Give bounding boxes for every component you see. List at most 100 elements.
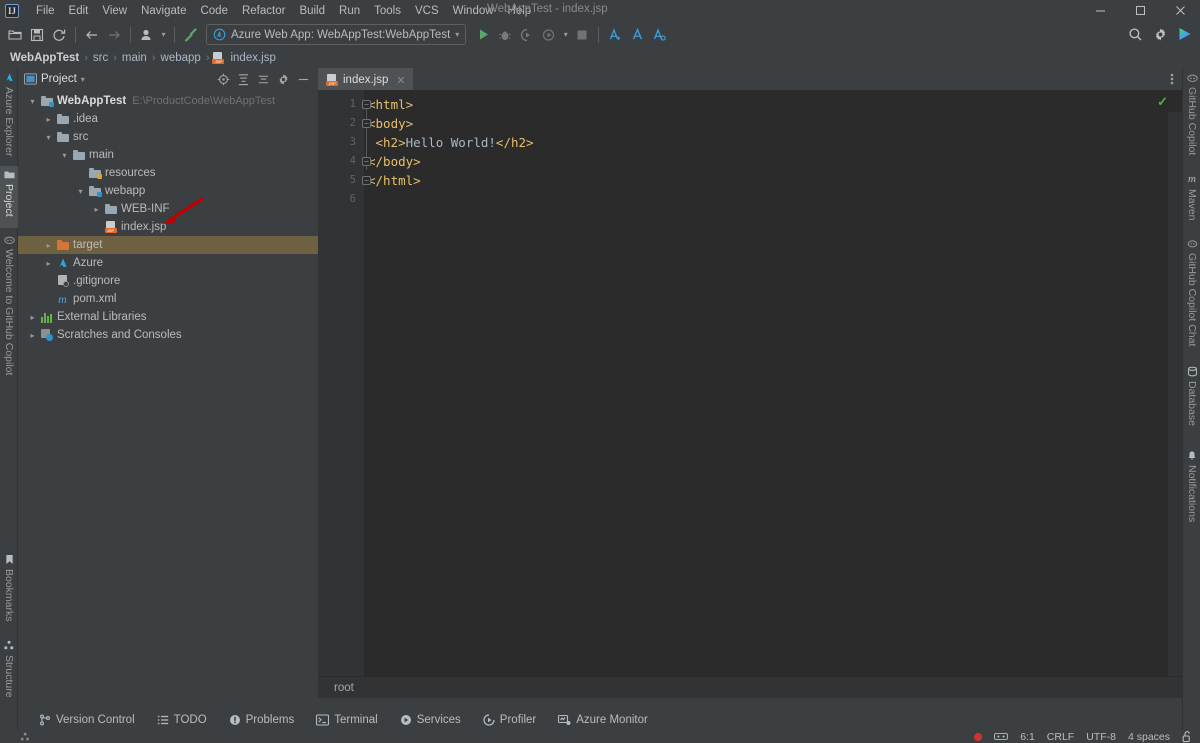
bottom-tab-services[interactable]: Services [389, 712, 472, 728]
profiler-caret-icon[interactable]: ▾ [560, 24, 571, 46]
profile-caret-icon[interactable]: ▾ [158, 24, 169, 46]
bottom-tab-todo[interactable]: TODO [146, 712, 218, 728]
tree-node--gitignore[interactable]: .gitignore [18, 272, 318, 290]
ai-assistant-icon[interactable] [626, 24, 648, 46]
expand-all-icon[interactable] [234, 70, 252, 88]
menu-item-run[interactable]: Run [332, 3, 367, 19]
chevron-right-icon[interactable]: ▸ [90, 205, 103, 214]
save-all-icon[interactable] [26, 24, 48, 46]
tree-node-webapp[interactable]: ▾webapp [18, 182, 318, 200]
chevron-down-icon[interactable]: ▾ [81, 75, 85, 84]
chevron-down-icon[interactable]: ▾ [26, 97, 39, 106]
sync-icon[interactable] [48, 24, 70, 46]
gear-icon[interactable] [1149, 23, 1171, 45]
breadcrumb-item-index-jsp[interactable]: index.jsp [228, 52, 277, 64]
debug-button[interactable] [494, 24, 516, 46]
ai-chat-icon[interactable] [1174, 23, 1196, 45]
inspection-ok-icon[interactable]: ✓ [1157, 94, 1168, 110]
chevron-right-icon[interactable]: ▸ [42, 115, 55, 124]
tree-node-external-libraries[interactable]: ▸External Libraries [18, 308, 318, 326]
code-editor[interactable]: 123456 − − − − <html><body><h2>Hello Wor… [318, 90, 1182, 676]
menu-item-code[interactable]: Code [193, 3, 235, 19]
menu-item-tools[interactable]: Tools [367, 3, 408, 19]
chevron-down-icon[interactable]: ▾ [42, 133, 55, 142]
lock-icon[interactable] [1182, 731, 1192, 743]
chevron-down-icon[interactable]: ▾ [74, 187, 87, 196]
ai-assistant-settings-icon[interactable] [648, 24, 670, 46]
sidebar-item-github-copilot[interactable]: GitHub Copilot [1183, 68, 1200, 164]
sidebar-item-maven[interactable]: m Maven [1183, 170, 1200, 228]
sidebar-item-database[interactable]: Database [1183, 362, 1200, 440]
tree-node-index-jsp[interactable]: JSPindex.jsp [18, 218, 318, 236]
collapse-all-icon[interactable] [254, 70, 272, 88]
close-icon[interactable]: ✕ [396, 74, 405, 87]
sidebar-item-project[interactable]: Project [0, 166, 18, 228]
stop-button[interactable] [571, 24, 593, 46]
chevron-down-icon[interactable]: ▾ [58, 151, 71, 160]
error-indicator-dot[interactable] [974, 733, 982, 741]
project-tree[interactable]: ▾WebAppTestE:\ProductCode\WebAppTest▸.id… [18, 90, 318, 698]
fold-marker-5[interactable]: − [362, 176, 371, 185]
back-arrow-icon[interactable] [81, 24, 103, 46]
build-hammer-icon[interactable] [180, 24, 202, 46]
chevron-right-icon[interactable]: ▸ [42, 259, 55, 268]
code-text[interactable]: <html><body><h2>Hello World!</h2></body>… [364, 90, 1182, 676]
run-with-coverage-button[interactable] [516, 24, 538, 46]
indent-setting[interactable]: 4 spaces [1128, 731, 1170, 743]
tree-node-target[interactable]: ▸target [18, 236, 318, 254]
tree-node-webapptest[interactable]: ▾WebAppTestE:\ProductCode\WebAppTest [18, 92, 318, 110]
menu-item-file[interactable]: File [29, 3, 62, 19]
tree-node-azure[interactable]: ▸Azure [18, 254, 318, 272]
caret-position[interactable]: 6:1 [1020, 731, 1035, 743]
sidebar-item-structure[interactable]: Structure [0, 636, 18, 710]
error-stripe-marker-bar[interactable] [1168, 112, 1182, 698]
sidebar-item-bookmarks[interactable]: Bookmarks [0, 550, 18, 630]
bottom-tab-terminal[interactable]: Terminal [305, 712, 388, 728]
ai-assistant-add-icon[interactable] [604, 24, 626, 46]
tree-node-src[interactable]: ▾src [18, 128, 318, 146]
run-configuration-selector[interactable]: Azure Web App: WebAppTest:WebAppTest ▾ [206, 24, 466, 45]
sidebar-item-azure-explorer[interactable]: Azure Explorer [0, 68, 18, 166]
breadcrumb-item-src[interactable]: src [91, 52, 110, 64]
menu-item-vcs[interactable]: VCS [408, 3, 446, 19]
chevron-right-icon[interactable]: ▸ [26, 313, 39, 322]
open-folder-icon[interactable] [4, 24, 26, 46]
editor-bottom-breadcrumb[interactable]: root [318, 676, 1182, 698]
breadcrumb-item-webapp[interactable]: webapp [159, 52, 203, 64]
menu-item-edit[interactable]: Edit [62, 3, 96, 19]
breadcrumb-item-webapptest[interactable]: WebAppTest [8, 52, 81, 64]
chevron-right-icon[interactable]: ▸ [42, 241, 55, 250]
menu-item-navigate[interactable]: Navigate [134, 3, 193, 19]
bottom-tab-version-control[interactable]: Version Control [28, 712, 146, 728]
fold-marker-4[interactable]: − [362, 157, 371, 166]
fold-marker-1[interactable]: − [362, 100, 371, 109]
tree-node-resources[interactable]: resources [18, 164, 318, 182]
inspections-icon[interactable] [994, 731, 1008, 742]
file-encoding[interactable]: UTF-8 [1086, 731, 1116, 743]
gear-icon[interactable] [274, 70, 292, 88]
forward-arrow-icon[interactable] [103, 24, 125, 46]
profile-icon[interactable] [136, 24, 158, 46]
sidebar-item-notifications[interactable]: Notifications [1183, 446, 1200, 546]
menu-item-build[interactable]: Build [292, 3, 332, 19]
bottom-tab-azure-monitor[interactable]: Azure Monitor [547, 712, 659, 728]
hide-panel-icon[interactable] [294, 70, 312, 88]
status-structure-icon[interactable] [20, 732, 31, 742]
menu-item-view[interactable]: View [95, 3, 134, 19]
search-icon[interactable] [1124, 23, 1146, 45]
tree-node--idea[interactable]: ▸.idea [18, 110, 318, 128]
sidebar-item-github-copilot-chat[interactable]: GitHub Copilot Chat [1183, 234, 1200, 356]
line-separator[interactable]: CRLF [1047, 731, 1074, 743]
menu-item-refactor[interactable]: Refactor [235, 3, 292, 19]
sidebar-item-welcome-copilot[interactable]: Welcome to GitHub Copilot [0, 230, 18, 380]
run-button[interactable] [472, 24, 494, 46]
bottom-tab-problems[interactable]: Problems [218, 712, 306, 728]
bottom-tab-profiler[interactable]: Profiler [472, 712, 547, 728]
tree-node-web-inf[interactable]: ▸WEB-INF [18, 200, 318, 218]
tree-node-main[interactable]: ▾main [18, 146, 318, 164]
tree-node-pom-xml[interactable]: mpom.xml [18, 290, 318, 308]
profiler-run-button[interactable] [538, 24, 560, 46]
maximize-button[interactable] [1120, 0, 1160, 21]
close-button[interactable] [1160, 0, 1200, 21]
tree-node-scratches-and-consoles[interactable]: ▸Scratches and Consoles [18, 326, 318, 344]
